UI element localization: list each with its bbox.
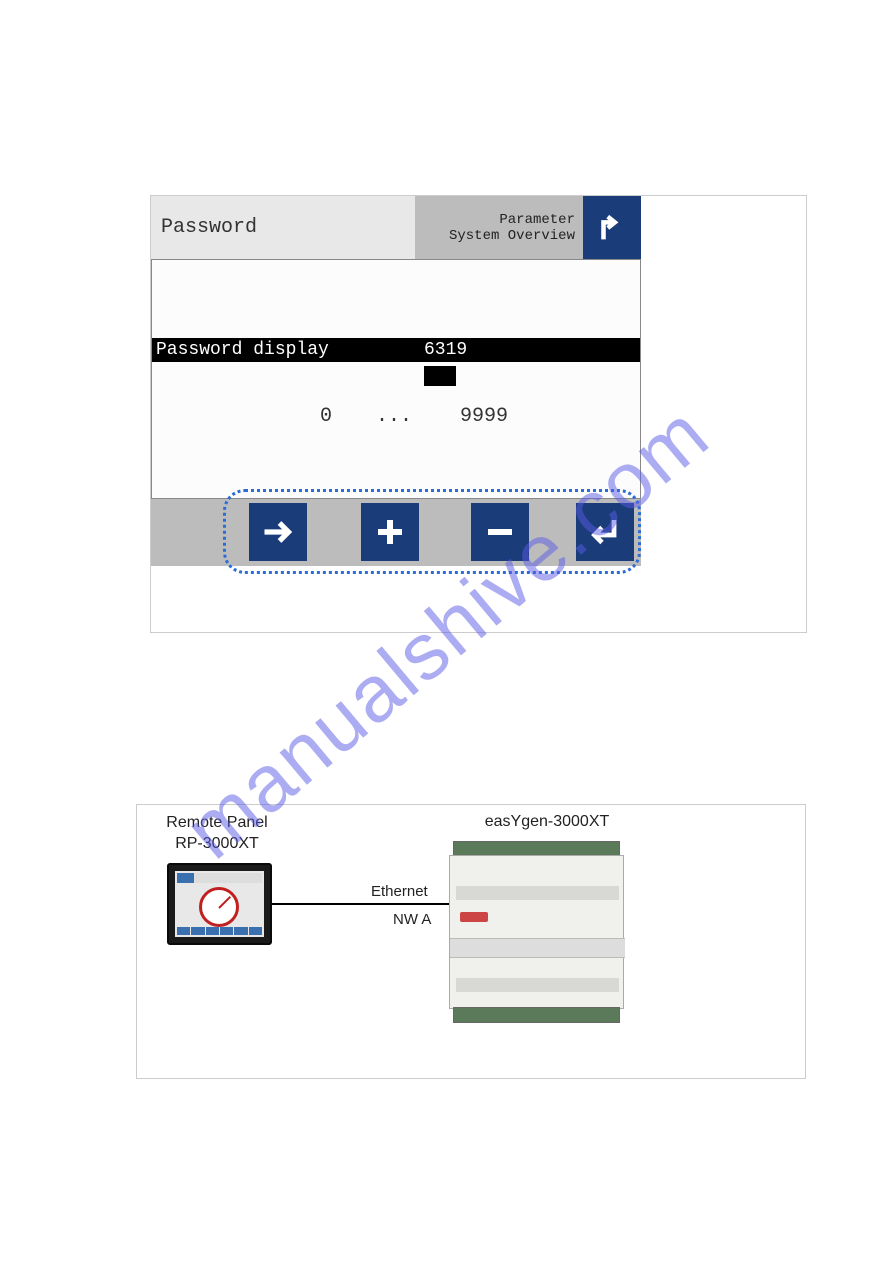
plus-button[interactable] [361, 503, 419, 561]
gauge-icon [199, 887, 239, 927]
breadcrumb: Parameter System Overview [415, 196, 583, 259]
remote-panel-screen [175, 871, 264, 937]
remote-panel-graphic [167, 863, 272, 945]
figure-password-screen: Password Parameter System Overview Passw… [150, 195, 807, 633]
figure-connection-diagram: Remote Panel RP-3000XT easYgen-3000XT Et… [136, 804, 806, 1079]
back-up-arrow-icon [595, 211, 629, 245]
topbar: Password Parameter System Overview [151, 196, 641, 259]
device-bottom-terminals [453, 1007, 620, 1023]
hmi-screen: Password Parameter System Overview Passw… [151, 196, 641, 566]
parameter-label: Password display [156, 340, 329, 360]
minus-icon [482, 514, 518, 550]
range-max: 9999 [460, 405, 508, 428]
device-rail-clip [450, 938, 625, 958]
breadcrumb-line2: System Overview [449, 228, 575, 244]
arrow-right-icon [260, 514, 296, 550]
screen-bottom-bar [177, 927, 262, 935]
bottom-button-bar [151, 499, 641, 566]
remote-panel-label: Remote Panel RP-3000XT [137, 813, 297, 855]
edit-cursor [424, 366, 456, 386]
easygen-device-graphic [449, 841, 624, 1023]
content-area: Password display 6319 0 ... 9999 [151, 259, 641, 499]
range-min: 0 [320, 405, 332, 428]
device-body [449, 855, 624, 1009]
enter-button[interactable] [576, 503, 634, 561]
remote-panel-label-line2: RP-3000XT [137, 834, 297, 855]
selected-parameter-row[interactable]: Password display 6319 [152, 338, 640, 362]
parameter-value: 6319 [424, 340, 467, 360]
enter-icon [587, 514, 623, 550]
device-logo [460, 912, 488, 922]
network-label: NW A [393, 911, 431, 928]
device-row-lower [456, 978, 619, 992]
back-button[interactable] [583, 196, 641, 259]
device-label: easYgen-3000XT [447, 813, 647, 831]
ethernet-label: Ethernet [371, 883, 428, 900]
range-separator: ... [376, 405, 412, 428]
ethernet-cable [272, 903, 449, 905]
arrow-right-button[interactable] [249, 503, 307, 561]
breadcrumb-line1: Parameter [499, 212, 575, 228]
plus-icon [372, 514, 408, 550]
device-row-upper [456, 886, 619, 900]
minus-button[interactable] [471, 503, 529, 561]
gauge-needle [218, 896, 231, 909]
screen-title: Password [151, 196, 415, 259]
screen-top-bar [177, 873, 262, 883]
remote-panel-label-line1: Remote Panel [137, 813, 297, 834]
